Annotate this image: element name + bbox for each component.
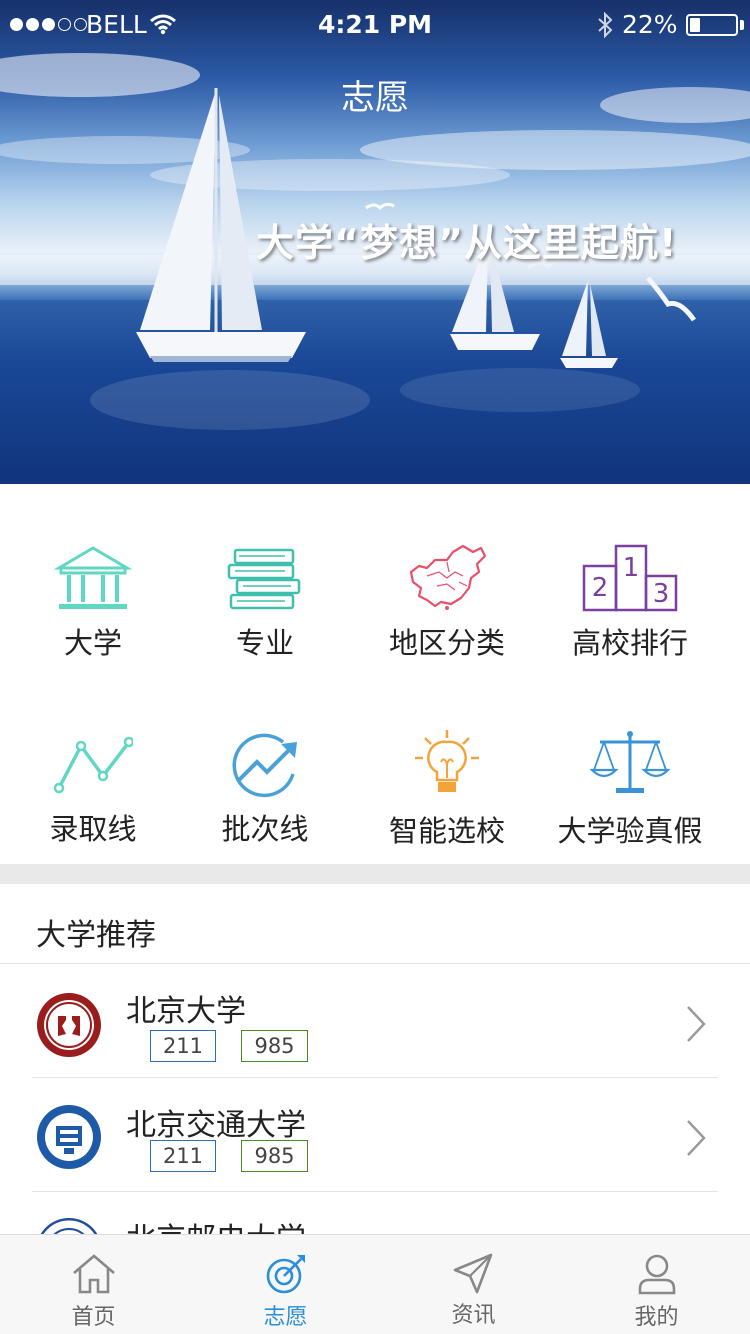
category-grid: 大学 专业 地区分类 1 2 3 高校排行 录取线 批次线 智能选校 大学验真假 — [0, 484, 750, 864]
battery-percent: 22% — [622, 10, 678, 39]
tag-985: 985 — [241, 1030, 308, 1062]
chevron-right-icon — [687, 1120, 706, 1156]
category-ranking[interactable]: 1 2 3 高校排行 — [540, 540, 720, 660]
category-major[interactable]: 专业 — [175, 540, 355, 660]
tab-label: 资讯 — [451, 1303, 496, 1328]
university-row-bjtu[interactable]: 北京交通大学 211 985 — [0, 1080, 750, 1194]
category-university[interactable]: 大学 — [3, 540, 183, 660]
category-verify-university[interactable]: 大学验真假 — [540, 728, 720, 848]
institution-icon — [53, 546, 133, 609]
battery-tip — [740, 20, 744, 30]
divider — [32, 1191, 718, 1192]
category-label: 智能选校 — [388, 814, 505, 848]
bluetooth-icon — [598, 12, 613, 38]
line-graph-icon — [53, 736, 133, 794]
tab-label: 首页 — [71, 1305, 116, 1330]
tab-volunteer[interactable]: 志愿 — [192, 1235, 379, 1334]
section-divider — [0, 864, 750, 884]
category-label: 专业 — [235, 626, 294, 660]
category-batch-line[interactable]: 批次线 — [175, 728, 355, 848]
divider — [32, 1077, 718, 1078]
tab-news[interactable]: 资讯 — [380, 1235, 567, 1334]
university-row-pku[interactable]: 北京大学 211 985 — [0, 966, 750, 1080]
section-title: 大学推荐 — [36, 918, 156, 953]
bottom-tab-bar: 首页 志愿 资讯 我的 — [0, 1234, 750, 1334]
category-label: 批次线 — [221, 812, 309, 846]
user-icon — [638, 1254, 676, 1295]
tab-label: 志愿 — [263, 1305, 308, 1330]
tab-label: 我的 — [634, 1305, 679, 1330]
send-icon — [453, 1253, 493, 1294]
battery-icon — [686, 14, 738, 36]
header-banner: BELL 4:21 PM 22% 志愿 大学“梦想”从这里起航! — [0, 0, 750, 484]
page-title: 志愿 — [341, 78, 409, 118]
chevron-right-icon — [687, 1006, 706, 1042]
podium-second: 2 — [592, 573, 609, 603]
scales-icon — [590, 731, 670, 793]
category-label: 地区分类 — [388, 626, 505, 660]
category-admission-line[interactable]: 录取线 — [3, 728, 183, 848]
tab-home[interactable]: 首页 — [0, 1235, 187, 1334]
category-smart-select[interactable]: 智能选校 — [357, 728, 537, 848]
china-map-icon — [409, 544, 487, 610]
battery-level-fill — [690, 18, 700, 32]
category-region[interactable]: 地区分类 — [357, 540, 537, 660]
podium-first: 1 — [623, 553, 640, 583]
university-name: 北京交通大学 — [126, 1108, 306, 1143]
target-icon — [266, 1255, 305, 1294]
status-bar: BELL 4:21 PM 22% — [0, 0, 750, 50]
home-icon — [73, 1254, 115, 1294]
university-name: 北京大学 — [126, 994, 246, 1029]
lightbulb-icon — [415, 730, 479, 792]
tag-211: 211 — [150, 1030, 216, 1062]
tag-211: 211 — [150, 1140, 216, 1172]
pku-logo — [37, 993, 101, 1057]
divider — [0, 963, 750, 964]
books-icon — [227, 548, 301, 610]
tab-profile[interactable]: 我的 — [563, 1235, 750, 1334]
banner-slogan: 大学“梦想”从这里起航! — [256, 221, 678, 265]
category-label: 大学验真假 — [557, 814, 703, 848]
trend-arrow-icon — [232, 733, 297, 798]
bjtu-logo — [37, 1105, 101, 1169]
category-label: 录取线 — [49, 812, 137, 846]
podium-icon: 1 2 3 — [582, 544, 678, 612]
category-label: 高校排行 — [571, 626, 688, 660]
tag-985: 985 — [241, 1140, 308, 1172]
category-label: 大学 — [63, 626, 122, 660]
podium-third: 3 — [653, 579, 670, 609]
